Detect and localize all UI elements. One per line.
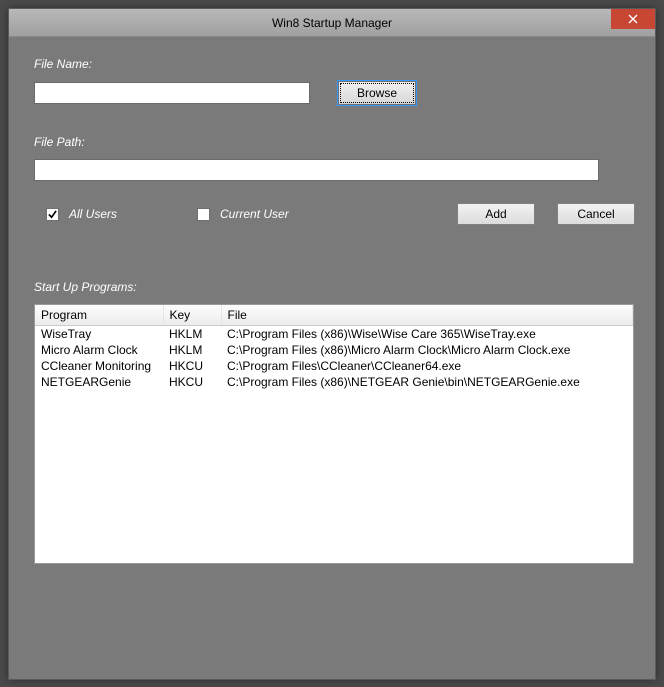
cell-file: C:\Program Files\CCleaner\CCleaner64.exe — [221, 358, 633, 374]
action-buttons: Add Cancel — [457, 203, 635, 225]
cell-key: HKLM — [163, 326, 221, 343]
cell-program: WiseTray — [35, 326, 163, 343]
browse-button[interactable]: Browse — [338, 81, 416, 105]
add-button[interactable]: Add — [457, 203, 535, 225]
all-users-label: All Users — [69, 207, 117, 221]
current-user-checkbox-wrap[interactable]: Current User — [197, 207, 289, 221]
cell-program: CCleaner Monitoring — [35, 358, 163, 374]
cell-program: NETGEARGenie — [35, 374, 163, 390]
file-path-label: File Path: — [34, 135, 635, 149]
content-area: File Name: Browse File Path: All Users C… — [9, 37, 655, 574]
cell-file: C:\Program Files (x86)\NETGEAR Genie\bin… — [221, 374, 633, 390]
cell-key: HKCU — [163, 374, 221, 390]
cell-key: HKCU — [163, 358, 221, 374]
table-row[interactable]: Micro Alarm ClockHKLMC:\Program Files (x… — [35, 342, 633, 358]
file-name-row: Browse — [34, 81, 635, 105]
table-row[interactable]: NETGEARGenieHKCUC:\Program Files (x86)\N… — [35, 374, 633, 390]
header-program[interactable]: Program — [35, 305, 163, 326]
cell-file: C:\Program Files (x86)\Wise\Wise Care 36… — [221, 326, 633, 343]
current-user-label: Current User — [220, 207, 289, 221]
startup-programs-label: Start Up Programs: — [34, 280, 635, 294]
cell-file: C:\Program Files (x86)\Micro Alarm Clock… — [221, 342, 633, 358]
cell-key: HKLM — [163, 342, 221, 358]
file-path-input[interactable] — [34, 159, 599, 181]
file-name-input[interactable] — [34, 82, 310, 104]
window-title: Win8 Startup Manager — [272, 16, 392, 30]
options-row: All Users Current User Add Cancel — [34, 203, 635, 225]
app-window: Win8 Startup Manager File Name: Browse F… — [8, 8, 656, 680]
close-icon — [628, 14, 638, 24]
table-row[interactable]: WiseTrayHKLMC:\Program Files (x86)\Wise\… — [35, 326, 633, 343]
cell-program: Micro Alarm Clock — [35, 342, 163, 358]
close-button[interactable] — [611, 9, 655, 29]
titlebar: Win8 Startup Manager — [9, 9, 655, 37]
header-key[interactable]: Key — [163, 305, 221, 326]
file-path-section: File Path: — [34, 135, 635, 181]
current-user-checkbox[interactable] — [197, 208, 210, 221]
all-users-checkbox-wrap[interactable]: All Users — [46, 207, 117, 221]
table-row[interactable]: CCleaner MonitoringHKCUC:\Program Files\… — [35, 358, 633, 374]
startup-programs-table[interactable]: Program Key File WiseTrayHKLMC:\Program … — [34, 304, 634, 564]
cancel-button[interactable]: Cancel — [557, 203, 635, 225]
table-header-row: Program Key File — [35, 305, 633, 326]
header-file[interactable]: File — [221, 305, 633, 326]
file-name-label: File Name: — [34, 57, 635, 71]
all-users-checkbox[interactable] — [46, 208, 59, 221]
